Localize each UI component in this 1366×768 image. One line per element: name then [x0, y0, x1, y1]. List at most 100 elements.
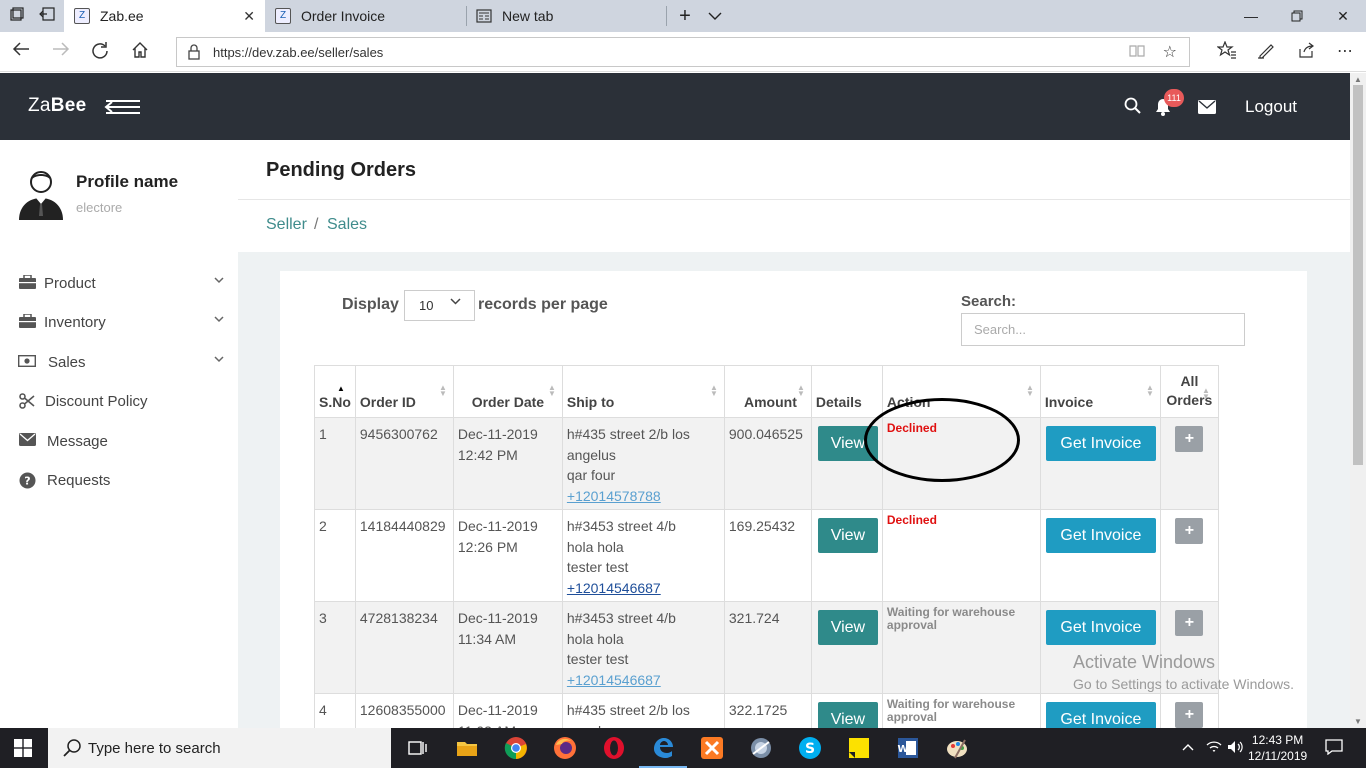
date-line: Dec-11-2019 [457, 702, 538, 718]
tab-new-tab[interactable]: New tab [466, 0, 666, 32]
zabee-favicon-icon: Z [74, 8, 90, 24]
back-arrow-icon[interactable] [10, 41, 32, 63]
clock-time: 12:43 PM [1251, 733, 1304, 747]
refresh-icon[interactable] [89, 41, 111, 63]
scroll-down-arrow-icon[interactable]: ▼ [1354, 717, 1362, 726]
set-tabs-aside-icon[interactable] [38, 7, 56, 25]
clock[interactable]: 12:43 PM 12/11/2019 [1248, 732, 1307, 764]
column-header-order-id[interactable]: Order ID ▲ ▼ [354, 365, 454, 418]
search-input[interactable] [961, 313, 1245, 346]
column-header-amount[interactable]: Amount ▲ ▼ [723, 365, 812, 418]
column-header-invoice[interactable]: Invoice ▲ ▼ [1039, 365, 1161, 418]
view-button[interactable]: View [817, 518, 878, 553]
column-header-all-orders[interactable]: All Orders ▲ ▼ [1159, 365, 1219, 418]
reading-view-icon[interactable] [1129, 43, 1145, 62]
volume-icon[interactable] [1227, 740, 1245, 757]
favorites-icon[interactable] [1216, 40, 1238, 63]
get-invoice-button[interactable]: Get Invoice [1045, 426, 1156, 461]
word-icon[interactable]: W [896, 736, 920, 760]
records-per-page-select[interactable]: 10 [404, 290, 475, 321]
pen-notes-icon[interactable] [1255, 41, 1277, 63]
firefox-icon[interactable] [553, 736, 577, 760]
skype-icon[interactable]: S [798, 736, 822, 760]
favorite-star-icon[interactable]: ☆ [1163, 42, 1177, 62]
plus-square-icon[interactable]: + [1175, 426, 1204, 452]
column-header-sno[interactable]: ▲ S.No [314, 365, 356, 418]
get-invoice-button[interactable]: Get Invoice [1045, 610, 1156, 645]
view-button[interactable]: View [817, 610, 878, 645]
sidebar-item-label: Inventory [44, 314, 106, 331]
sidebar-item-sales[interactable]: Sales [17, 351, 226, 375]
column-header-order-date[interactable]: Order Date ▲ ▼ [452, 365, 563, 418]
file-explorer-icon[interactable] [455, 736, 479, 760]
task-view-icon[interactable] [406, 736, 430, 760]
close-window-icon[interactable]: ✕ [1320, 0, 1366, 32]
minimize-icon[interactable]: — [1228, 0, 1274, 32]
tab-label: New tab [502, 8, 554, 24]
sidebar-item-product[interactable]: Product [18, 272, 226, 296]
sticky-notes-icon[interactable] [847, 736, 871, 760]
phone-link[interactable]: +12014578788 [567, 486, 720, 507]
time-line: 12:26 PM [457, 538, 518, 555]
ship-line: tester test [566, 651, 629, 667]
plus-square-icon[interactable]: + [1175, 518, 1204, 544]
date-line: Dec-11-2019 [457, 518, 538, 534]
column-header-details: Details [810, 365, 883, 418]
avatar[interactable] [17, 168, 65, 220]
envelope-icon[interactable] [1198, 100, 1216, 117]
lock-icon [187, 44, 201, 60]
cell-amount: 321.724 [723, 601, 812, 694]
home-icon[interactable] [129, 41, 151, 63]
sidebar-item-discount-policy[interactable]: Discount Policy [18, 390, 226, 414]
column-header-action[interactable]: Action ▲ ▼ [881, 365, 1041, 418]
brand-logo[interactable]: ZaBee [28, 95, 87, 117]
forward-arrow-icon[interactable] [50, 41, 72, 63]
page-scrollbar[interactable]: ▲ ▼ [1350, 73, 1366, 728]
share-icon[interactable] [1295, 41, 1317, 63]
tab-order-invoice[interactable]: Z Order Invoice [265, 0, 466, 32]
sidebar-item-inventory[interactable]: Inventory [18, 311, 226, 335]
restore-icon[interactable] [1274, 0, 1320, 32]
more-menu-icon[interactable]: ⋯ [1334, 41, 1356, 63]
phone-link[interactable]: +12014546687 [567, 578, 720, 599]
envelope-icon [18, 433, 36, 449]
chrome-icon[interactable] [504, 736, 528, 760]
view-button[interactable]: View [817, 426, 878, 461]
phone-link[interactable]: +12014546687 [567, 670, 720, 691]
breadcrumb-sales[interactable]: Sales [327, 216, 367, 234]
show-hidden-icons-chevron-icon[interactable] [1182, 740, 1194, 754]
tab-zabee[interactable]: Z Zab.ee ✕ [64, 0, 265, 32]
plus-square-icon[interactable]: + [1175, 702, 1204, 728]
url-field[interactable]: https://dev.zab.ee/seller/sales ☆ [176, 37, 1190, 67]
column-header-label: Order ID [359, 394, 416, 410]
logout-link[interactable]: Logout [1245, 97, 1297, 117]
edge-icon[interactable] [639, 736, 687, 768]
action-center-icon[interactable] [1325, 739, 1343, 758]
get-invoice-button[interactable]: Get Invoice [1045, 518, 1156, 553]
sidebar-item-message[interactable]: Message [18, 430, 226, 454]
network-globe-icon[interactable] [749, 736, 773, 760]
scroll-up-arrow-icon[interactable]: ▲ [1354, 75, 1362, 84]
xampp-icon[interactable] [700, 736, 724, 760]
tab-actions-icon[interactable] [8, 7, 26, 25]
new-tab-plus-icon[interactable]: + [676, 6, 694, 26]
paint-icon[interactable] [945, 736, 969, 760]
windows-start-icon[interactable] [14, 739, 32, 757]
sidebar-item-requests[interactable]: ? Requests [18, 469, 226, 493]
network-icon[interactable] [1206, 740, 1222, 757]
plus-square-icon[interactable]: + [1175, 610, 1204, 636]
table-row: 1 9456300762 Dec-11-2019 12:42 PM h#435 s… [314, 417, 1219, 510]
scrollbar-thumb[interactable] [1353, 85, 1363, 465]
sort-icon: ▲ ▼ [1145, 383, 1154, 398]
close-tab-icon[interactable]: ✕ [243, 8, 255, 25]
breadcrumb-seller[interactable]: Seller [266, 216, 307, 234]
display-label: Display [342, 296, 399, 313]
cell-order-date: Dec-11-2019 11:34 AM [452, 601, 563, 694]
column-header-ship-to[interactable]: Ship to ▲ ▼ [561, 365, 725, 418]
tab-list-chevron-icon[interactable] [706, 7, 724, 25]
opera-icon[interactable] [602, 736, 626, 760]
search-icon[interactable] [1124, 97, 1142, 118]
hamburger-menu-icon[interactable] [104, 98, 140, 116]
cell-amount: 900.046525 [723, 417, 812, 510]
taskbar-search-box[interactable]: Type here to search [48, 728, 391, 768]
